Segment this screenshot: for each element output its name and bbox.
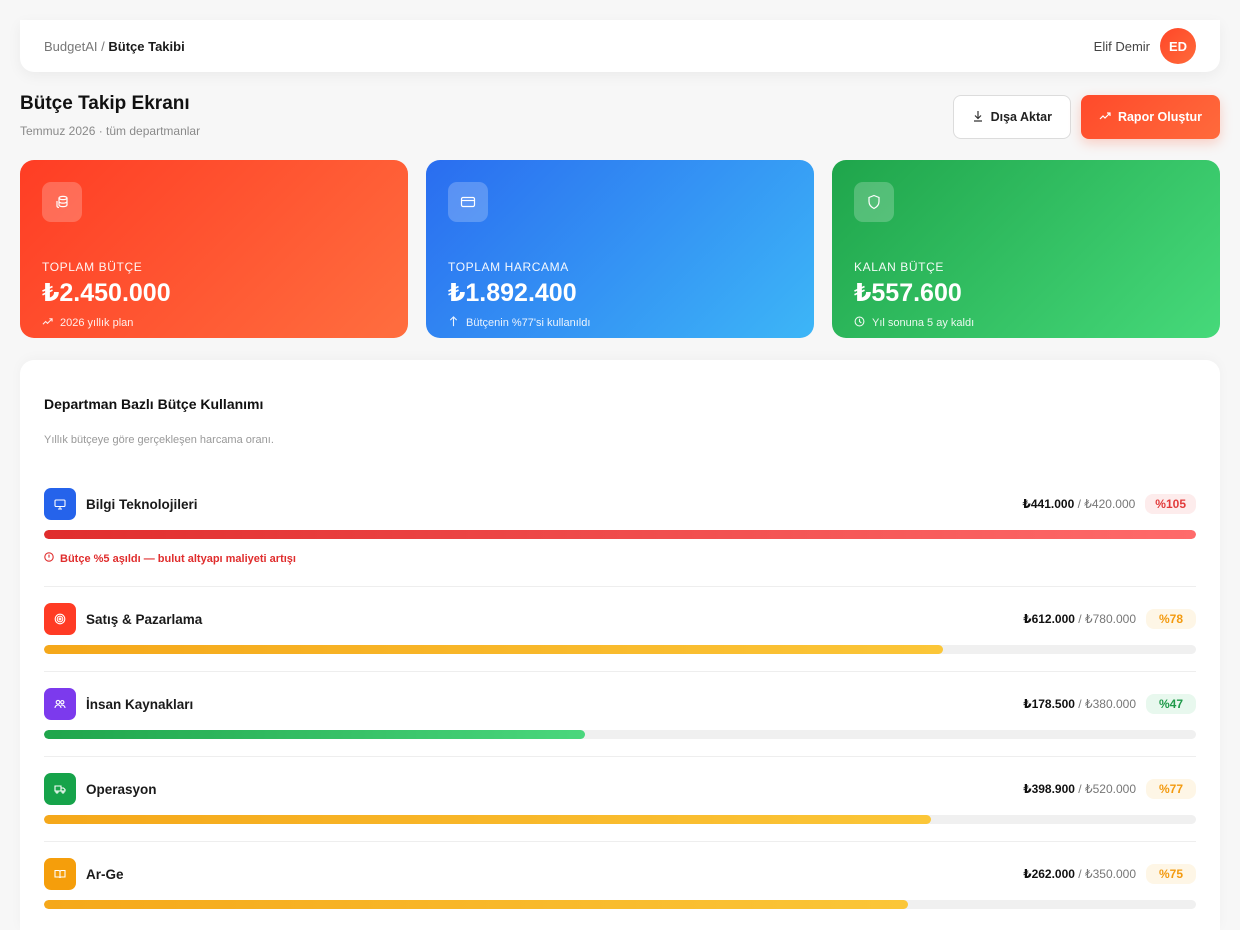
stat-label: KALAN BÜTÇE (854, 260, 944, 274)
export-button[interactable]: Dışa Aktar (952, 95, 1071, 139)
truck-icon (44, 773, 76, 805)
remaining-budget-card: KALAN BÜTÇE ₺557.600 Yıl sonuna 5 ay kal… (832, 160, 1220, 338)
stat-value: ₺2.450.000 (42, 279, 171, 307)
avatar[interactable]: ED (1160, 28, 1196, 64)
panel-title: Departman Bazlı Bütçe Kullanımı (44, 396, 264, 412)
percent-badge: %77 (1146, 779, 1196, 799)
stat-note-text: Yıl sonuna 5 ay kaldı (872, 317, 975, 329)
progress-track (44, 900, 1196, 909)
budget-amount: ₺780.000 (1084, 612, 1136, 626)
progress-fill (44, 645, 943, 654)
department-name: Ar-Ge (86, 866, 124, 882)
amount-separator: / (1078, 782, 1082, 796)
progress-track (44, 815, 1196, 824)
budget-warning: Bütçe %5 aşıldı — bulut altyapı maliyeti… (44, 552, 1196, 565)
stat-value: ₺557.600 (854, 279, 962, 307)
create-report-button[interactable]: Rapor Oluştur (1080, 95, 1220, 139)
spent-amount: ₺398.900 (1023, 782, 1075, 796)
department-panel: Departman Bazlı Bütçe Kullanımı Yıllık b… (20, 360, 1220, 930)
progress-track (44, 730, 1196, 739)
stat-label: TOPLAM BÜTÇE (42, 260, 143, 274)
progress-track (44, 530, 1196, 539)
spent-amount: ₺262.000 (1023, 867, 1075, 881)
panel-subtitle: Yıllık bütçeye göre gerçekleşen harcama … (44, 434, 274, 446)
card-icon (448, 182, 488, 222)
department-row[interactable]: Bilgi Teknolojileri ₺441.000 / ₺420.000 … (44, 488, 1196, 565)
percent-badge: %47 (1146, 694, 1196, 714)
stat-note-text: 2026 yıllık plan (60, 317, 134, 329)
user-menu[interactable]: Elif Demir ED (1094, 28, 1196, 64)
percent-badge: %105 (1145, 494, 1196, 514)
stat-note: Bütçenin %77'si kullanıldı (448, 316, 792, 330)
breadcrumb-app[interactable]: BudgetAI (44, 39, 98, 54)
total-budget-card: TOPLAM BÜTÇE ₺2.450.000 2026 yıllık plan (20, 160, 408, 338)
progress-fill (44, 815, 932, 824)
trend-icon (42, 316, 53, 330)
spent-amount: ₺612.000 (1023, 612, 1075, 626)
progress-fill (44, 900, 908, 909)
amount-separator: / (1077, 497, 1081, 511)
users-icon (44, 688, 76, 720)
department-row[interactable]: Ar-Ge ₺262.000 / ₺350.000 %75 (44, 858, 1196, 909)
department-name: Bilgi Teknolojileri (86, 496, 198, 512)
breadcrumb: BudgetAI / Bütçe Takibi (44, 39, 185, 54)
page-heading: Bütçe Takip Ekranı Temmuz 2026 · tüm dep… (20, 93, 200, 138)
chart-icon (1099, 110, 1111, 125)
arrow-up-icon (448, 316, 459, 330)
download-icon (972, 110, 984, 125)
spent-amount: ₺441.000 (1022, 497, 1075, 511)
amount-separator: / (1078, 867, 1082, 881)
budget-warning-text: Bütçe %5 aşıldı — bulut altyapı maliyeti… (60, 552, 296, 565)
divider (44, 671, 1196, 672)
total-spending-card: TOPLAM HARCAMA ₺1.892.400 Bütçenin %77's… (426, 160, 814, 338)
progress-fill (44, 530, 1196, 539)
top-bar: BudgetAI / Bütçe Takibi Elif Demir ED (20, 20, 1220, 72)
stat-label: TOPLAM HARCAMA (448, 260, 569, 274)
create-report-button-label: Rapor Oluştur (1117, 110, 1202, 124)
percent-badge: %75 (1146, 864, 1196, 884)
divider (44, 841, 1196, 842)
department-name: Satış & Pazarlama (86, 611, 203, 627)
department-name: İnsan Kaynakları (86, 696, 194, 712)
header-actions: Dışa Aktar Rapor Oluştur (952, 95, 1220, 139)
coins-icon (42, 182, 82, 222)
budget-amount: ₺380.000 (1084, 697, 1136, 711)
department-row[interactable]: İnsan Kaynakları ₺178.500 / ₺380.000 %47 (44, 688, 1196, 739)
monitor-icon (44, 488, 76, 520)
department-row[interactable]: Satış & Pazarlama ₺612.000 / ₺780.000 %7… (44, 603, 1196, 654)
book-icon (44, 858, 76, 890)
alert-icon (44, 552, 54, 565)
amount-separator: / (1078, 612, 1082, 626)
progress-fill (44, 730, 586, 739)
stat-value: ₺1.892.400 (448, 279, 577, 307)
budget-amount: ₺520.000 (1084, 782, 1136, 796)
divider (44, 756, 1196, 757)
breadcrumb-separator: / (101, 38, 105, 54)
target-icon (44, 603, 76, 635)
divider (44, 586, 1196, 587)
budget-amount: ₺350.000 (1084, 867, 1136, 881)
stat-note-text: Bütçenin %77'si kullanıldı (466, 317, 591, 329)
percent-badge: %78 (1146, 609, 1196, 629)
clock-icon (854, 316, 865, 330)
stat-cards: TOPLAM BÜTÇE ₺2.450.000 2026 yıllık plan… (20, 160, 1220, 338)
budget-amount: ₺420.000 (1084, 497, 1136, 511)
page-title: Bütçe Takip Ekranı (20, 93, 190, 114)
page-subtitle: Temmuz 2026 · tüm departmanlar (20, 124, 201, 138)
export-button-label: Dışa Aktar (990, 110, 1052, 124)
progress-track (44, 645, 1196, 654)
shield-icon (854, 182, 894, 222)
user-name: Elif Demir (1093, 38, 1150, 54)
spent-amount: ₺178.500 (1023, 697, 1075, 711)
department-name: Operasyon (86, 781, 157, 797)
department-row[interactable]: Operasyon ₺398.900 / ₺520.000 %77 (44, 773, 1196, 824)
amount-separator: / (1078, 697, 1082, 711)
stat-note: Yıl sonuna 5 ay kaldı (854, 316, 1198, 330)
breadcrumb-current: Bütçe Takibi (108, 38, 185, 54)
stat-note: 2026 yıllık plan (42, 316, 386, 330)
